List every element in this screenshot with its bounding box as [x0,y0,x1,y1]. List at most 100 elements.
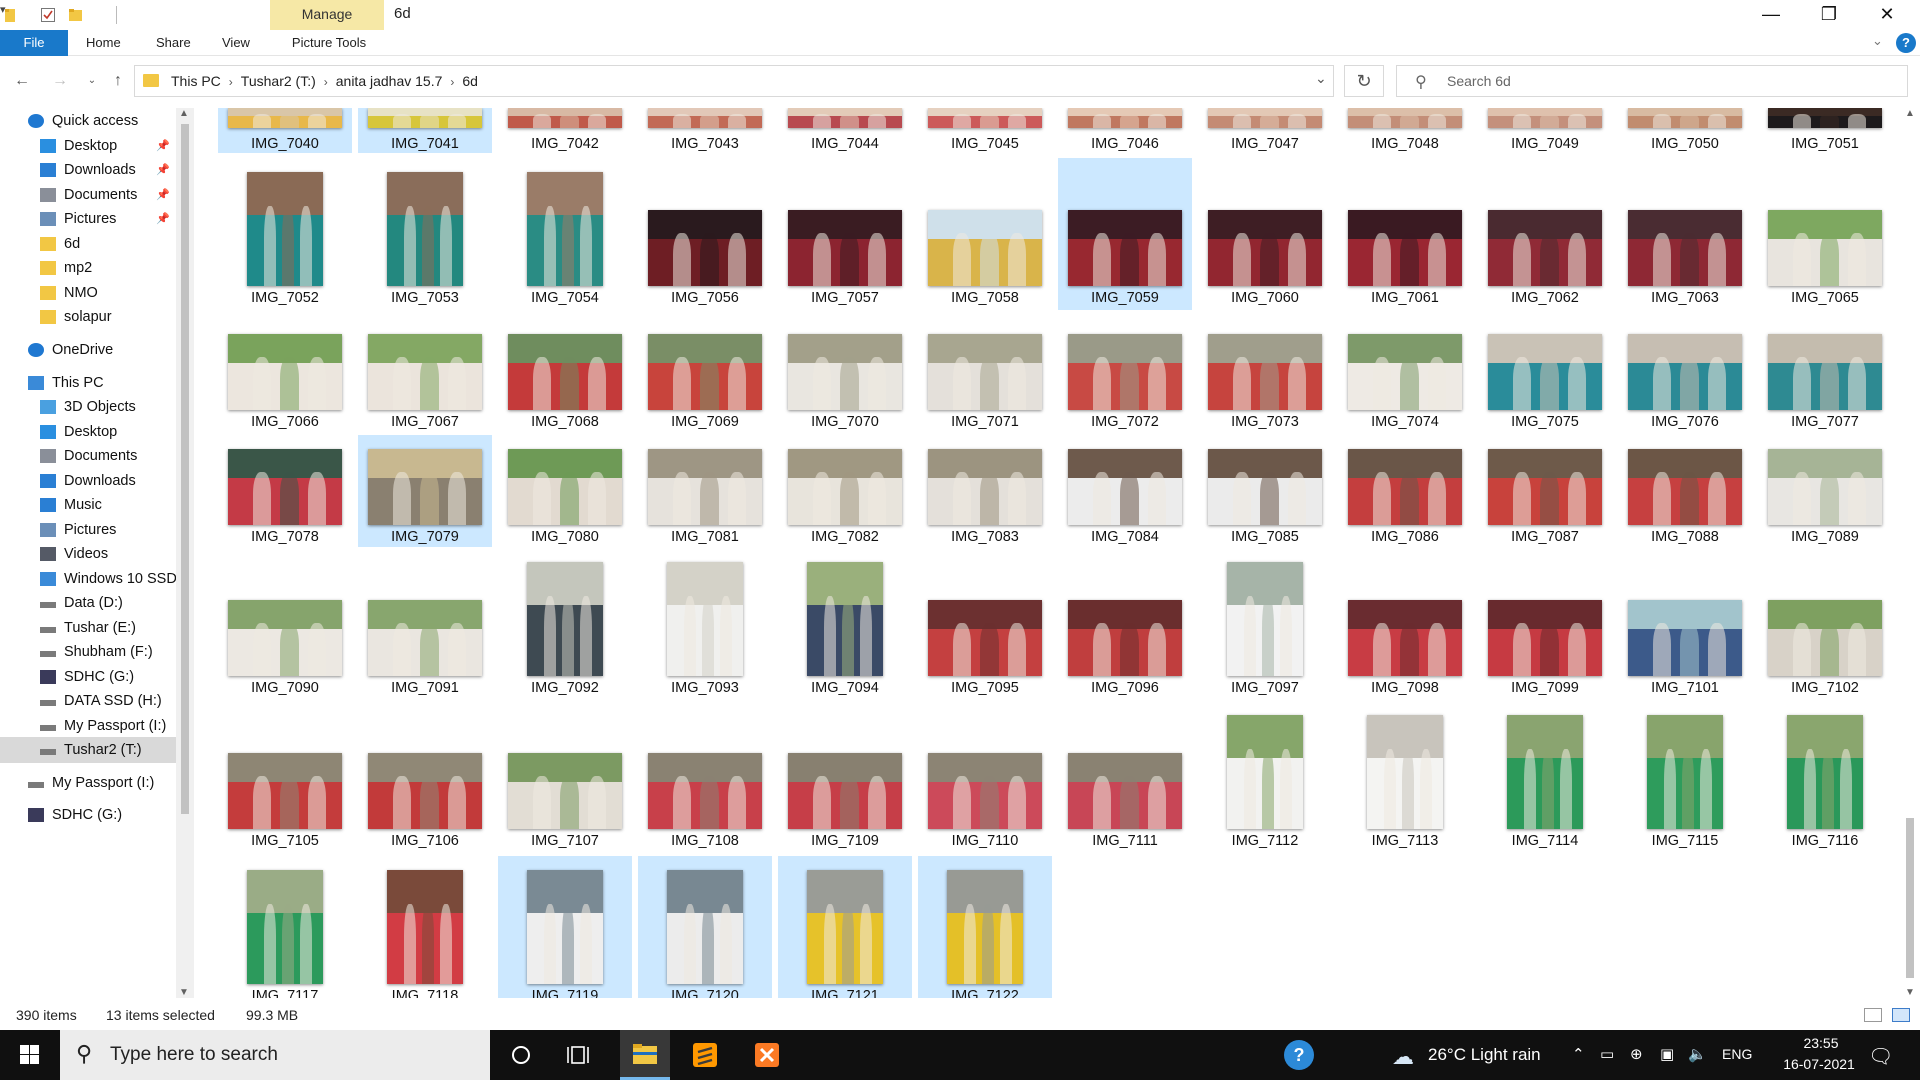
file-item[interactable]: IMG_7115 [1618,703,1752,853]
help-icon[interactable]: ? [1896,33,1916,53]
nav-item-this-pc[interactable]: This PC [0,370,176,396]
file-item[interactable]: IMG_7044 [778,108,912,153]
file-item[interactable]: IMG_7057 [778,158,912,310]
file-item[interactable]: IMG_7112 [1198,703,1332,853]
weather-widget[interactable]: 26°C Light rain [1428,1045,1541,1065]
file-item[interactable]: IMG_7084 [1058,435,1192,547]
file-item[interactable]: IMG_7071 [918,320,1052,432]
properties-icon[interactable] [40,6,56,24]
file-item[interactable]: IMG_7053 [358,158,492,310]
nav-item-music[interactable]: Music [0,492,176,518]
file-item[interactable]: IMG_7045 [918,108,1052,153]
file-item[interactable]: IMG_7041 [358,108,492,153]
nav-item-sdhc-g[interactable]: SDHC (G:) [0,802,176,828]
new-folder-icon[interactable] [68,6,84,24]
show-hidden-icons-icon[interactable]: ⌃ [1572,1045,1585,1063]
file-item[interactable]: IMG_7101 [1618,550,1752,700]
file-item[interactable]: IMG_7119 [498,856,632,998]
nav-item-my-passport-i[interactable]: My Passport (I:) [0,713,176,739]
close-button[interactable]: ✕ [1858,0,1916,30]
taskbar-xampp[interactable] [742,1030,792,1080]
search-input[interactable] [1447,66,1887,96]
file-item[interactable]: IMG_7068 [498,320,632,432]
file-item[interactable]: IMG_7088 [1618,435,1752,547]
address-bar[interactable]: This PC › Tushar2 (T:) › anita jadhav 15.7 › 6… [134,65,1334,97]
file-item[interactable]: IMG_7050 [1618,108,1752,153]
tab-home[interactable]: Home [72,30,135,56]
file-item[interactable]: IMG_7093 [638,550,772,700]
nav-item-tushar-e[interactable]: Tushar (E:) [0,615,176,641]
breadcrumb-drive[interactable]: Tushar2 (T:) [241,73,316,89]
clock-time[interactable]: 23:55 [1786,1035,1856,1051]
nav-item-nmo[interactable]: NMO [0,280,176,306]
file-item[interactable]: IMG_7106 [358,703,492,853]
file-item[interactable]: IMG_7099 [1478,550,1612,700]
file-item[interactable]: IMG_7078 [218,435,352,547]
nav-item-pictures[interactable]: Pictures [0,517,176,543]
nav-item-mp2[interactable]: mp2 [0,255,176,281]
file-item[interactable]: IMG_7089 [1758,435,1892,547]
tab-view[interactable]: View [208,30,264,56]
minimize-button[interactable]: — [1742,0,1800,30]
file-item[interactable]: IMG_7054 [498,158,632,310]
file-item[interactable]: IMG_7046 [1058,108,1192,153]
nav-item-data-ssd-h[interactable]: DATA SSD (H:) [0,688,176,714]
nav-item-videos[interactable]: Videos [0,541,176,567]
tab-picture-tools[interactable]: Picture Tools [274,30,384,56]
file-item[interactable]: IMG_7080 [498,435,632,547]
task-view-button[interactable] [556,1030,606,1080]
tab-file[interactable]: File [0,30,68,56]
file-item[interactable]: IMG_7075 [1478,320,1612,432]
network-icon[interactable]: ⊕ [1630,1045,1643,1063]
nav-item-sdhc-g[interactable]: SDHC (G:) [0,664,176,690]
file-item[interactable]: IMG_7047 [1198,108,1332,153]
file-item[interactable]: IMG_7122 [918,856,1052,998]
file-item[interactable]: IMG_7040 [218,108,352,153]
scroll-up-icon[interactable]: ▲ [179,108,189,119]
cloud-rain-icon[interactable]: ☁ [1392,1044,1414,1070]
nav-item-shubham-f[interactable]: Shubham (F:) [0,639,176,665]
nav-item-6d[interactable]: 6d [0,231,176,257]
file-item[interactable]: IMG_7056 [638,158,772,310]
file-item[interactable]: IMG_7063 [1618,158,1752,310]
notifications-icon[interactable]: 🗨 [1868,1044,1893,1069]
start-button[interactable] [0,1030,58,1080]
file-item[interactable]: IMG_7116 [1758,703,1892,853]
file-item[interactable]: IMG_7095 [918,550,1052,700]
file-item[interactable]: IMG_7108 [638,703,772,853]
file-item[interactable]: IMG_7085 [1198,435,1332,547]
file-item[interactable]: IMG_7077 [1758,320,1892,432]
file-item[interactable]: IMG_7060 [1198,158,1332,310]
refresh-button[interactable]: ↻ [1344,65,1384,97]
nav-item-documents[interactable]: Documents [0,443,176,469]
breadcrumb-separator-icon[interactable]: › [450,75,454,89]
file-item[interactable]: IMG_7097 [1198,550,1332,700]
nav-item-downloads[interactable]: Downloads 📌 [0,157,176,183]
breadcrumb-separator-icon[interactable]: › [229,75,233,89]
file-item[interactable]: IMG_7098 [1338,550,1472,700]
breadcrumb-current[interactable]: 6d [462,73,478,89]
file-item[interactable]: IMG_7107 [498,703,632,853]
file-item[interactable]: IMG_7062 [1478,158,1612,310]
file-item[interactable]: IMG_7102 [1758,550,1892,700]
nav-item-onedrive[interactable]: OneDrive [0,337,176,363]
nav-item-documents[interactable]: Documents 📌 [0,182,176,208]
taskbar-file-explorer[interactable] [620,1030,670,1080]
expand-ribbon-icon[interactable]: ⌄ [1872,33,1883,49]
file-item[interactable]: IMG_7048 [1338,108,1472,153]
file-item[interactable]: IMG_7069 [638,320,772,432]
file-item[interactable]: IMG_7061 [1338,158,1472,310]
clock-date[interactable]: 16-07-2021 [1774,1056,1864,1072]
file-item[interactable]: IMG_7081 [638,435,772,547]
file-item[interactable]: IMG_7118 [358,856,492,998]
file-item[interactable]: IMG_7082 [778,435,912,547]
file-item[interactable]: IMG_7043 [638,108,772,153]
navigation-scrollbar[interactable]: ▲ ▼ [176,108,194,998]
file-item[interactable]: IMG_7079 [358,435,492,547]
file-item[interactable]: IMG_7092 [498,550,632,700]
nav-item-solapur[interactable]: solapur [0,304,176,330]
input-language[interactable]: ENG [1722,1046,1752,1062]
taskbar-sublime-text[interactable] [680,1030,730,1080]
file-item[interactable]: IMG_7070 [778,320,912,432]
file-item[interactable]: IMG_7058 [918,158,1052,310]
